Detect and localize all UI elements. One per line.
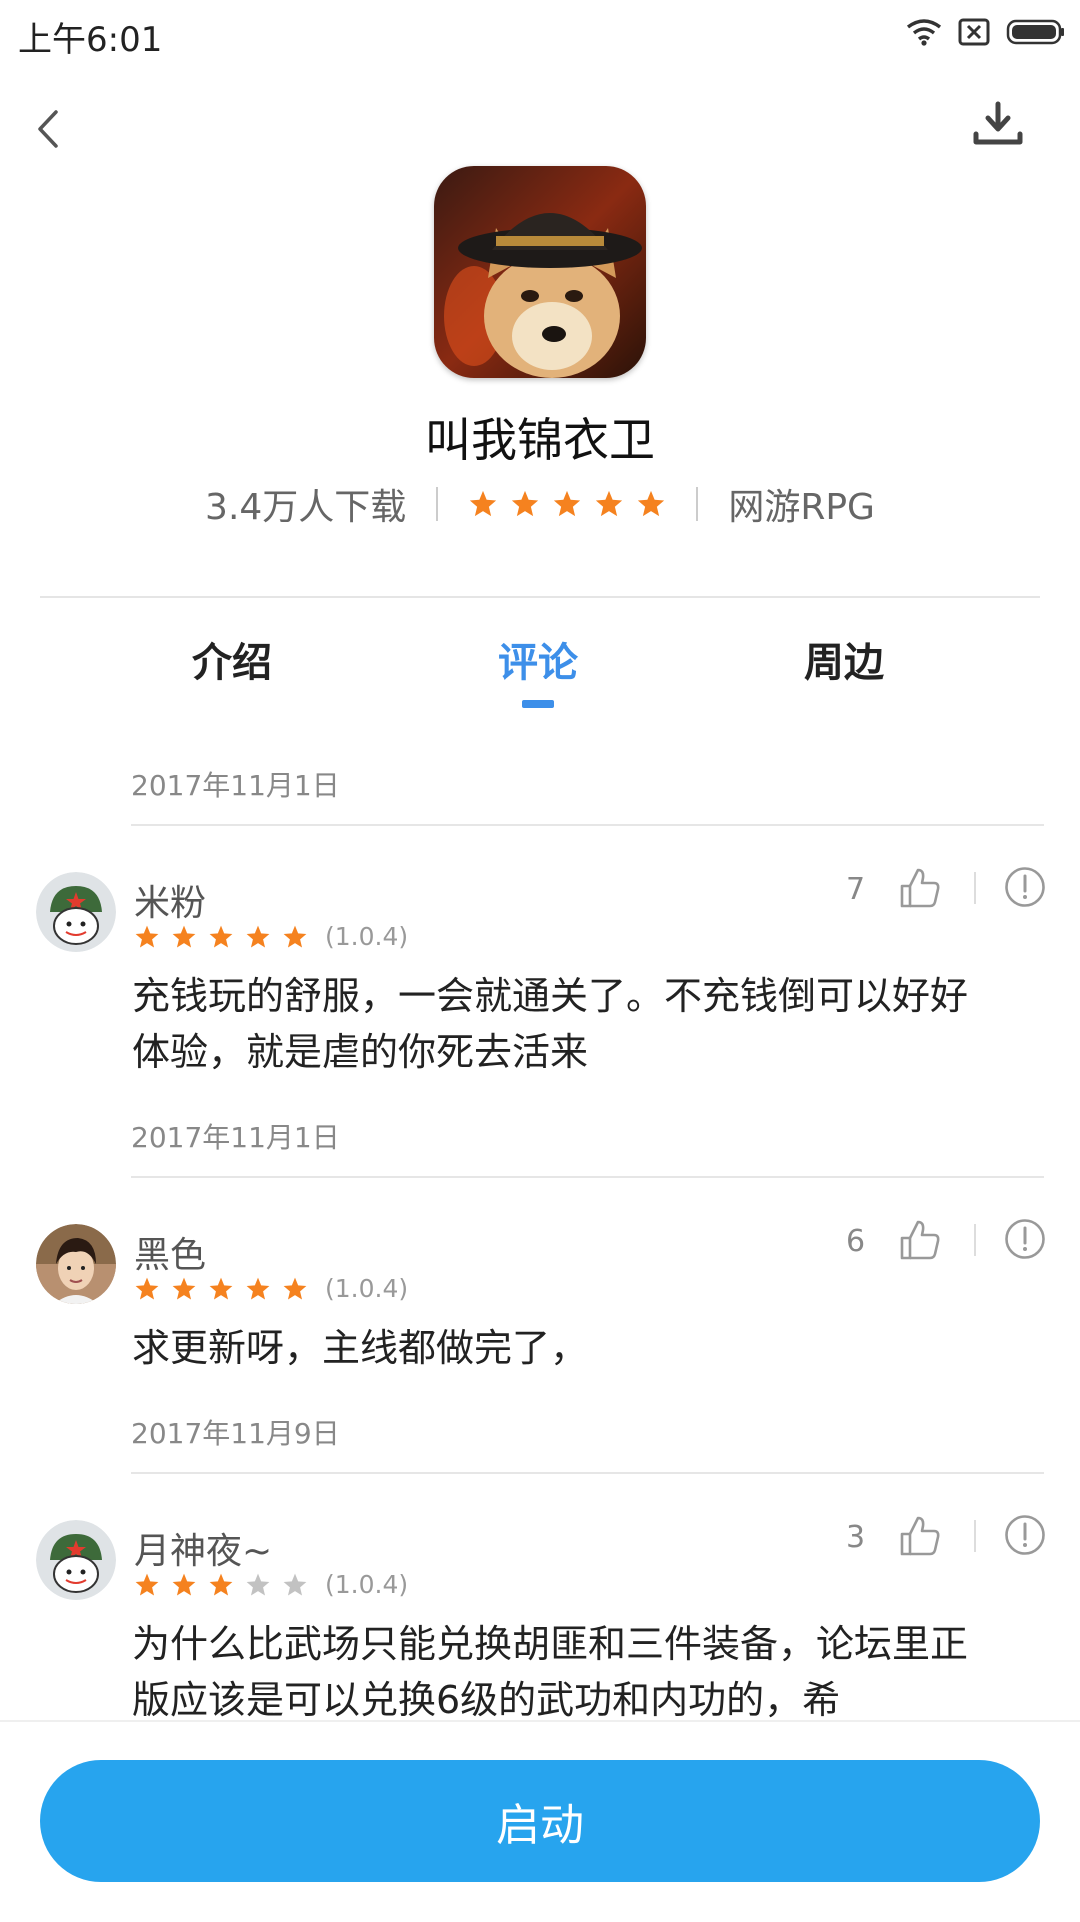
star-filled-icon (554, 490, 581, 517)
star-filled-icon (283, 925, 307, 948)
thumbs-up-icon (900, 868, 940, 908)
like-button[interactable] (898, 866, 942, 914)
tab-reviews[interactable]: 评论 (418, 630, 658, 688)
review-username: 黑色 (134, 1235, 207, 1276)
review-rating: (1.0.4) (134, 1570, 408, 1599)
avatar[interactable] (36, 1224, 116, 1304)
like-button[interactable] (898, 1218, 942, 1266)
divider (131, 1472, 1044, 1474)
sim-none-icon (958, 18, 990, 46)
divider (974, 1224, 976, 1256)
star-empty-icon (246, 1573, 270, 1596)
app-version: (1.0.4) (325, 1274, 409, 1303)
star-filled-icon (172, 925, 196, 948)
divider (40, 596, 1040, 598)
download-button[interactable] (970, 100, 1026, 160)
chevron-left-icon (38, 110, 58, 148)
review-text: 为什么比武场只能兑换胡匪和三件装备，论坛里正版应该是可以兑换6级的武功和内功的，… (132, 1622, 969, 1720)
star-filled-icon (512, 490, 539, 517)
review-rating: (1.0.4) (134, 922, 408, 951)
back-button[interactable] (30, 104, 80, 164)
wifi-icon (906, 19, 942, 46)
exclamation-circle-icon (1005, 1515, 1045, 1555)
review-username: 米粉 (134, 883, 207, 924)
star-filled-icon (638, 490, 665, 517)
report-button[interactable] (1004, 1514, 1046, 1556)
app-version: (1.0.4) (325, 1570, 409, 1599)
star-filled-icon (172, 1573, 196, 1596)
star-filled-icon (246, 925, 270, 948)
tab-indicator (522, 700, 554, 708)
app-icon (434, 166, 646, 378)
like-button[interactable] (898, 1514, 942, 1562)
divider (974, 872, 976, 904)
avatar[interactable] (36, 1520, 116, 1600)
star-filled-icon (172, 1277, 196, 1300)
review-text: 充钱玩的舒服，一会就通关了。不充钱倒可以好好体验，就是虐的你死去活来 (132, 974, 969, 1074)
app-name: 叫我锦衣卫 (425, 413, 655, 467)
status-icons (906, 14, 1066, 50)
like-count: 6 (846, 1224, 866, 1259)
star-filled-icon (209, 1277, 233, 1300)
report-button[interactable] (1004, 866, 1046, 908)
app-version: (1.0.4) (325, 922, 409, 951)
star-filled-icon (135, 1277, 159, 1300)
status-time: 上午6:01 (18, 20, 163, 60)
launch-button[interactable]: 启动 (40, 1760, 1040, 1882)
top-bar (0, 90, 1080, 170)
star-filled-icon (283, 1277, 307, 1300)
review-rating: (1.0.4) (134, 1274, 408, 1303)
tab-surroundings[interactable]: 周边 (724, 630, 964, 688)
like-count: 3 (846, 1520, 866, 1555)
app-category: 网游RPG (728, 487, 875, 528)
divider (131, 824, 1044, 826)
review-text: 求更新呀，主线都做完了， (132, 1326, 589, 1370)
like-count: 7 (846, 872, 866, 907)
thumbs-up-icon (900, 1220, 940, 1260)
thumbs-up-icon (900, 1516, 940, 1556)
tab-intro[interactable]: 介绍 (112, 630, 352, 688)
review-date: 2017年11月1日 (131, 769, 340, 802)
review-username: 月神夜~ (134, 1531, 273, 1572)
star-filled-icon (135, 1573, 159, 1596)
star-filled-icon (209, 925, 233, 948)
star-filled-icon (246, 1277, 270, 1300)
star-filled-icon (596, 490, 623, 517)
report-button[interactable] (1004, 1218, 1046, 1260)
download-count: 3.4万人下载 (205, 487, 407, 528)
review-date: 2017年11月1日 (131, 1121, 340, 1154)
status-bar: 上午6:01 (0, 0, 1080, 64)
exclamation-circle-icon (1005, 867, 1045, 907)
meta-divider (436, 487, 439, 521)
tab-bar: 介绍 评论 周边 (0, 630, 1080, 720)
review-date: 2017年11月9日 (131, 1417, 340, 1450)
star-filled-icon (470, 490, 497, 517)
avatar[interactable] (36, 872, 116, 952)
star-empty-icon (283, 1573, 307, 1596)
star-filled-icon (209, 1573, 233, 1596)
divider (974, 1520, 976, 1552)
exclamation-circle-icon (1005, 1219, 1045, 1259)
battery-icon (1006, 19, 1064, 45)
bottom-bar: 启动 (0, 1720, 1080, 1922)
app-meta: 3.4万人下载 网游RPG (0, 476, 1080, 532)
meta-divider (696, 487, 699, 521)
download-icon (973, 101, 1023, 145)
divider (131, 1176, 1044, 1178)
app-rating (468, 489, 666, 519)
review-list[interactable]: 2017年11月1日 米粉 7 (1.0.4) 充钱玩的舒服，一会就通关了。不充… (0, 740, 1080, 1720)
star-filled-icon (135, 925, 159, 948)
